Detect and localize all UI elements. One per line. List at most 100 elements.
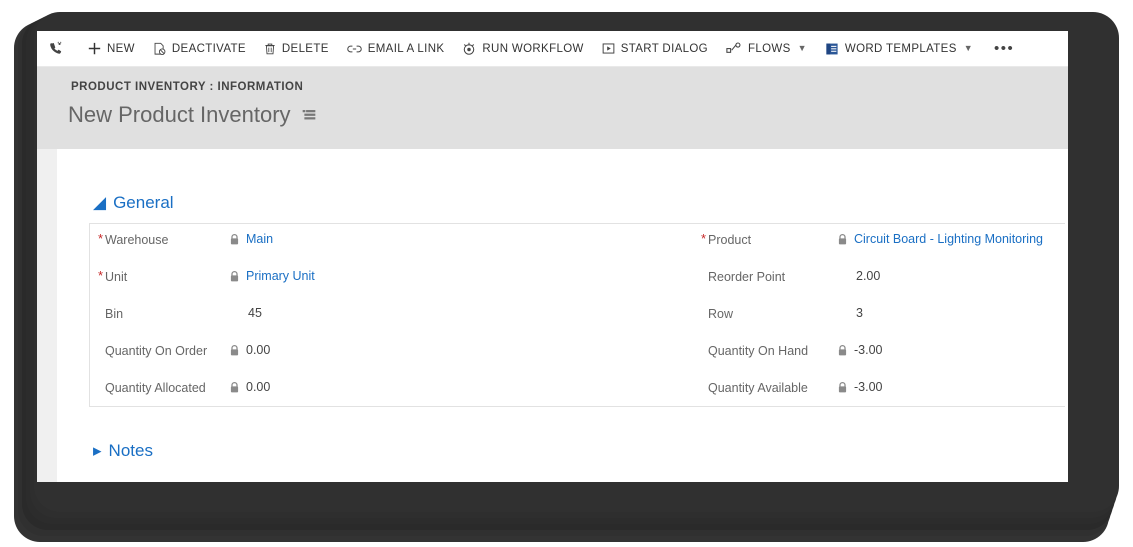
- field-value: 0.00: [230, 380, 270, 394]
- general-field-grid: * Warehouse Main * Unit Primary Unit Bin…: [89, 224, 1065, 407]
- field-product[interactable]: * Product Circuit Board - Lighting Monit…: [701, 224, 1066, 261]
- word-templates-button[interactable]: WORD TEMPLATES ▼: [816, 31, 982, 67]
- field-value-text: 2.00: [856, 269, 881, 283]
- field-value[interactable]: Main: [230, 232, 273, 246]
- field-value[interactable]: 45: [248, 306, 262, 320]
- field-value-text: Primary Unit: [246, 269, 315, 283]
- phone-call-button[interactable]: [44, 31, 79, 67]
- field-label: Reorder Point: [708, 270, 786, 284]
- field-label: Quantity Available: [708, 381, 808, 395]
- email-a-link-button[interactable]: EMAIL A LINK: [338, 31, 454, 67]
- section-header-notes[interactable]: ▸ Notes: [93, 441, 153, 461]
- field-value-text: Circuit Board - Lighting Monitoring: [854, 232, 1043, 246]
- device-frame: NEW DEACTIVATE DELETE EMAIL A LINK RUN W…: [0, 0, 1133, 547]
- start-dialog-label: START DIALOG: [620, 42, 708, 55]
- more-commands-button[interactable]: •••: [982, 31, 1026, 67]
- lock-icon: [230, 270, 239, 282]
- field-unit[interactable]: * Unit Primary Unit: [90, 261, 700, 298]
- ellipsis-icon: •••: [993, 40, 1015, 57]
- field-label: Warehouse: [105, 233, 169, 247]
- lock-icon: [230, 233, 239, 245]
- required-asterisk: *: [701, 231, 707, 246]
- lock-icon: [838, 381, 847, 393]
- form-content: ◢ General * Warehouse Main * Unit Primar…: [57, 149, 1068, 482]
- flows-icon: [726, 42, 742, 55]
- section-header-general[interactable]: ◢ General: [93, 193, 174, 213]
- left-rail: [37, 149, 57, 482]
- field-reorder-point[interactable]: Reorder Point 2.00: [708, 261, 1066, 298]
- deactivate-button[interactable]: DEACTIVATE: [144, 31, 255, 67]
- chevron-down-icon: ▼: [963, 43, 973, 53]
- field-label: Quantity On Order: [105, 344, 208, 358]
- field-row[interactable]: Row 3: [708, 298, 1066, 335]
- field-label: Product: [708, 233, 752, 247]
- field-value[interactable]: Primary Unit: [230, 269, 315, 283]
- delete-button[interactable]: DELETE: [255, 31, 338, 67]
- delete-label: DELETE: [281, 42, 329, 55]
- link-icon: [347, 43, 362, 55]
- field-value-text: -3.00: [854, 380, 883, 394]
- run-workflow-button[interactable]: RUN WORKFLOW: [453, 31, 592, 67]
- field-label: Unit: [105, 270, 128, 284]
- section-label-general: General: [113, 193, 174, 212]
- word-templates-label: WORD TEMPLATES: [844, 42, 957, 55]
- lock-icon: [838, 344, 847, 356]
- field-label: Row: [708, 307, 734, 321]
- field-quantity-on-hand[interactable]: Quantity On Hand -3.00: [708, 335, 1066, 372]
- required-asterisk: *: [98, 231, 104, 246]
- breadcrumb: PRODUCT INVENTORY : INFORMATION: [71, 81, 304, 93]
- form-selector-icon[interactable]: [302, 108, 316, 126]
- field-value-text: 3: [856, 306, 863, 320]
- field-value[interactable]: 3: [856, 306, 863, 320]
- record-header: PRODUCT INVENTORY : INFORMATION New Prod…: [37, 67, 1068, 149]
- trash-icon: [264, 42, 276, 56]
- chevron-down-icon: ▼: [797, 43, 807, 53]
- lock-icon: [230, 381, 239, 393]
- field-label: Bin: [105, 307, 124, 321]
- new-button[interactable]: NEW: [79, 31, 144, 67]
- lock-icon: [230, 344, 239, 356]
- field-value-text: 0.00: [246, 380, 271, 394]
- field-value-text: 45: [248, 306, 262, 320]
- expand-triangle-icon: ▸: [93, 441, 102, 460]
- page-title: New Product Inventory: [68, 102, 291, 127]
- title-row: New Product Inventory: [68, 101, 316, 129]
- field-warehouse[interactable]: * Warehouse Main: [90, 224, 700, 261]
- lock-icon: [838, 233, 847, 245]
- word-doc-icon: [825, 42, 839, 56]
- flows-label: FLOWS: [747, 42, 791, 55]
- field-value[interactable]: 2.00: [856, 269, 880, 283]
- form-body: ◢ General * Warehouse Main * Unit Primar…: [37, 149, 1068, 482]
- phone-call-icon: [48, 41, 63, 56]
- workflow-icon: [462, 42, 476, 56]
- field-label: Quantity On Hand: [708, 344, 809, 358]
- field-bin[interactable]: Bin 45: [90, 298, 700, 335]
- flows-button[interactable]: FLOWS ▼: [717, 31, 816, 67]
- field-value[interactable]: Circuit Board - Lighting Monitoring: [838, 232, 1043, 246]
- app-screen: NEW DEACTIVATE DELETE EMAIL A LINK RUN W…: [37, 31, 1068, 482]
- plus-icon: [88, 42, 101, 55]
- field-value: 0.00: [230, 343, 270, 357]
- collapse-triangle-icon: ◢: [93, 193, 107, 212]
- section-label-notes: Notes: [108, 441, 153, 460]
- deactivate-icon: [153, 42, 166, 56]
- play-box-icon: [602, 42, 615, 55]
- run-workflow-label: RUN WORKFLOW: [482, 42, 584, 55]
- start-dialog-button[interactable]: START DIALOG: [593, 31, 717, 67]
- field-quantity-on-order[interactable]: Quantity On Order 0.00: [90, 335, 700, 372]
- field-label: Quantity Allocated: [105, 381, 206, 395]
- field-column-right: * Product Circuit Board - Lighting Monit…: [701, 224, 1066, 409]
- field-value-text: -3.00: [854, 343, 883, 357]
- field-value: -3.00: [838, 343, 883, 357]
- deactivate-label: DEACTIVATE: [171, 42, 246, 55]
- field-value: -3.00: [838, 380, 883, 394]
- field-quantity-available[interactable]: Quantity Available -3.00: [708, 372, 1066, 409]
- field-column-left: * Warehouse Main * Unit Primary Unit Bin…: [90, 224, 700, 409]
- required-asterisk: *: [98, 268, 104, 283]
- field-value-text: 0.00: [246, 343, 271, 357]
- command-bar: NEW DEACTIVATE DELETE EMAIL A LINK RUN W…: [37, 31, 1068, 67]
- new-label: NEW: [107, 42, 135, 55]
- field-value-text: Main: [246, 232, 274, 246]
- email-a-link-label: EMAIL A LINK: [367, 42, 445, 55]
- field-quantity-allocated[interactable]: Quantity Allocated 0.00: [90, 372, 700, 409]
